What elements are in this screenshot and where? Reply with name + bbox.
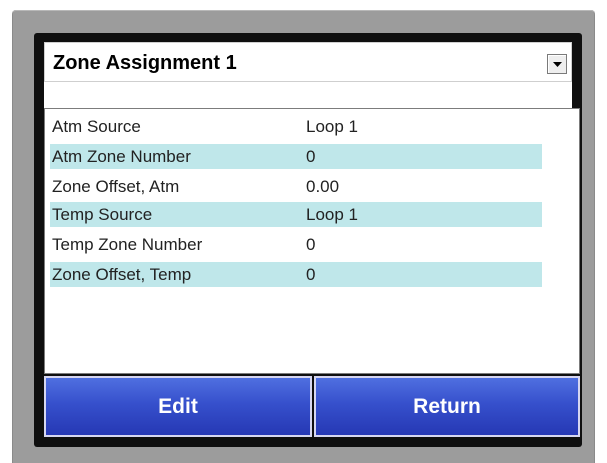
setting-label: Zone Offset, Temp bbox=[52, 265, 192, 284]
list-item[interactable]: Zone Offset, Temp 0 bbox=[50, 262, 542, 287]
setting-label: Temp Source bbox=[52, 205, 153, 224]
setting-value: 0 bbox=[306, 265, 316, 284]
list-item[interactable]: Zone Offset, Atm 0.00 bbox=[50, 174, 542, 199]
chevron-down-icon bbox=[553, 62, 562, 67]
spacer bbox=[44, 82, 572, 108]
setting-label: Atm Source bbox=[52, 117, 141, 136]
settings-list[interactable]: Atm Source Loop 1 Atm Zone Number 0 Zone… bbox=[44, 108, 580, 374]
return-button[interactable]: Return bbox=[314, 376, 580, 437]
list-item[interactable]: Temp Source Loop 1 bbox=[50, 202, 542, 227]
setting-label: Atm Zone Number bbox=[52, 147, 191, 166]
setting-value: Loop 1 bbox=[306, 205, 358, 224]
list-item[interactable]: Temp Zone Number 0 bbox=[50, 232, 542, 257]
setting-label: Temp Zone Number bbox=[52, 235, 203, 254]
setting-label: Zone Offset, Atm bbox=[52, 177, 180, 196]
zone-assignment-dropdown[interactable]: Zone Assignment 1 bbox=[44, 42, 572, 82]
edit-button[interactable]: Edit bbox=[44, 376, 312, 437]
setting-value: 0 bbox=[306, 147, 316, 166]
setting-value: 0 bbox=[306, 235, 316, 254]
setting-value: 0.00 bbox=[306, 177, 340, 196]
list-item[interactable]: Atm Zone Number 0 bbox=[50, 144, 542, 169]
setting-value: Loop 1 bbox=[306, 117, 358, 136]
list-item[interactable]: Atm Source Loop 1 bbox=[50, 114, 542, 139]
dropdown-toggle-button[interactable] bbox=[547, 54, 567, 74]
dropdown-selected-value: Zone Assignment 1 bbox=[53, 52, 237, 74]
